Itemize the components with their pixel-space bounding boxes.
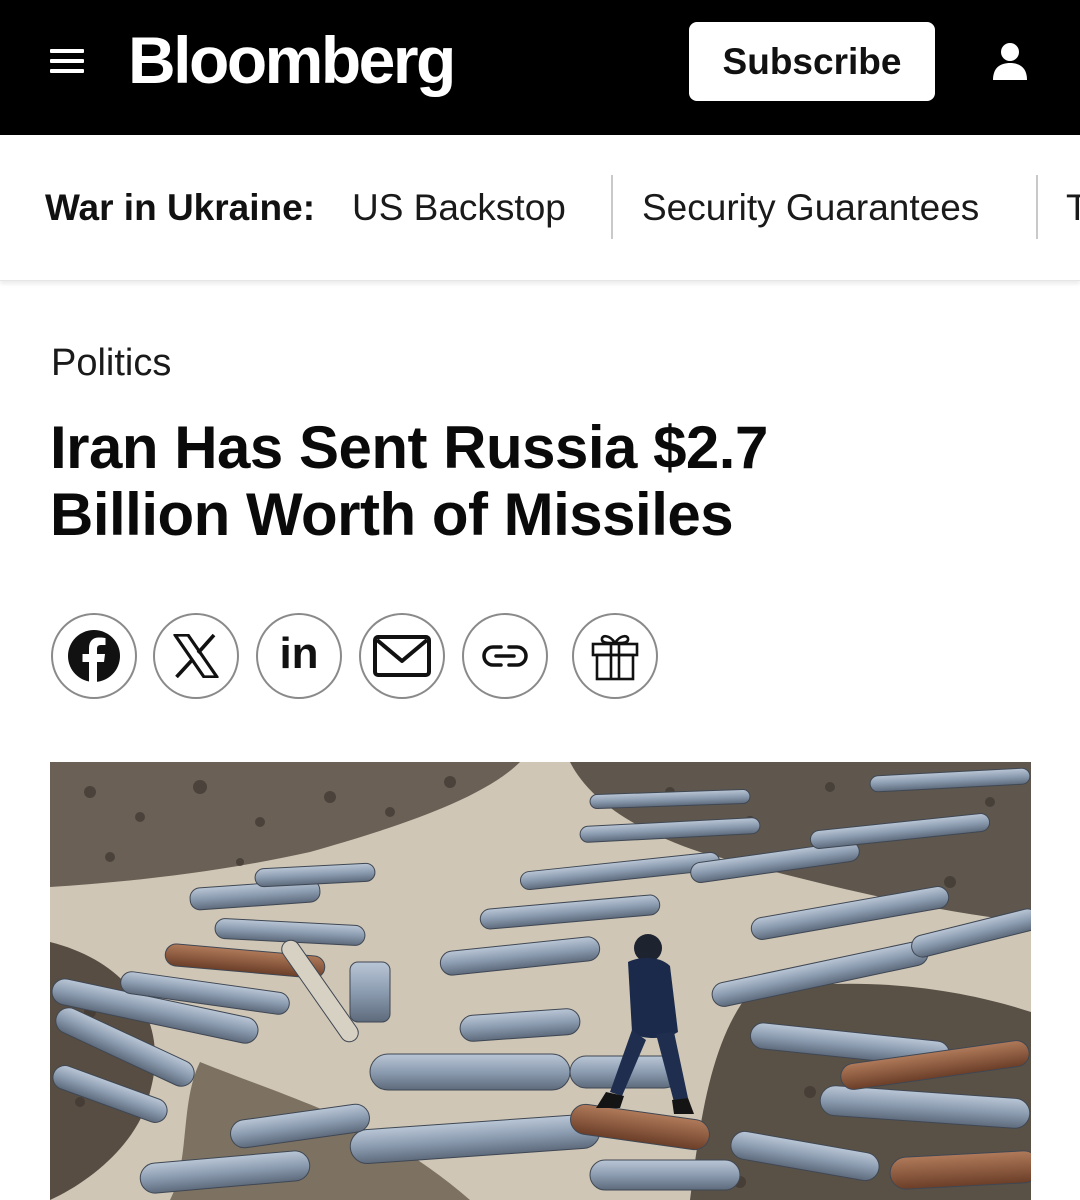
topic-link-us-backstop[interactable]: US Backstop [352, 186, 566, 230]
share-gift-button[interactable] [572, 613, 658, 699]
topic-nav-bar: War in Ukraine: US Backstop Security Gua… [0, 135, 1080, 281]
share-email-button[interactable] [359, 613, 445, 699]
x-icon [173, 634, 219, 678]
bloomberg-logo[interactable]: Bloomberg [128, 20, 456, 100]
user-account-icon[interactable] [988, 40, 1032, 84]
link-icon [482, 645, 528, 667]
facebook-icon [68, 630, 120, 683]
top-bar: Bloomberg Subscribe [0, 0, 1080, 135]
share-x-button[interactable] [153, 613, 239, 699]
hamburger-menu-icon[interactable] [50, 46, 84, 76]
topic-link-security-guarantees[interactable]: Security Guarantees [642, 186, 979, 230]
share-copy-link-button[interactable] [462, 613, 548, 699]
article-hero-image [50, 762, 1031, 1200]
page: Bloomberg Subscribe War in Ukraine: US B… [0, 0, 1080, 1200]
topic-divider [611, 175, 613, 239]
article-category[interactable]: Politics [51, 340, 171, 386]
subscribe-button[interactable]: Subscribe [689, 22, 935, 101]
topic-divider [1036, 175, 1038, 239]
topic-link-truncated[interactable]: T [1066, 186, 1080, 230]
linkedin-icon: in [279, 629, 319, 678]
email-icon [373, 635, 431, 677]
share-facebook-button[interactable] [51, 613, 137, 699]
article-headline: Iran Has Sent Russia $2.7 Billion Worth … [50, 414, 768, 548]
gift-icon [591, 634, 639, 681]
topic-label: War in Ukraine: [45, 187, 316, 228]
share-linkedin-button[interactable]: in [256, 613, 342, 699]
